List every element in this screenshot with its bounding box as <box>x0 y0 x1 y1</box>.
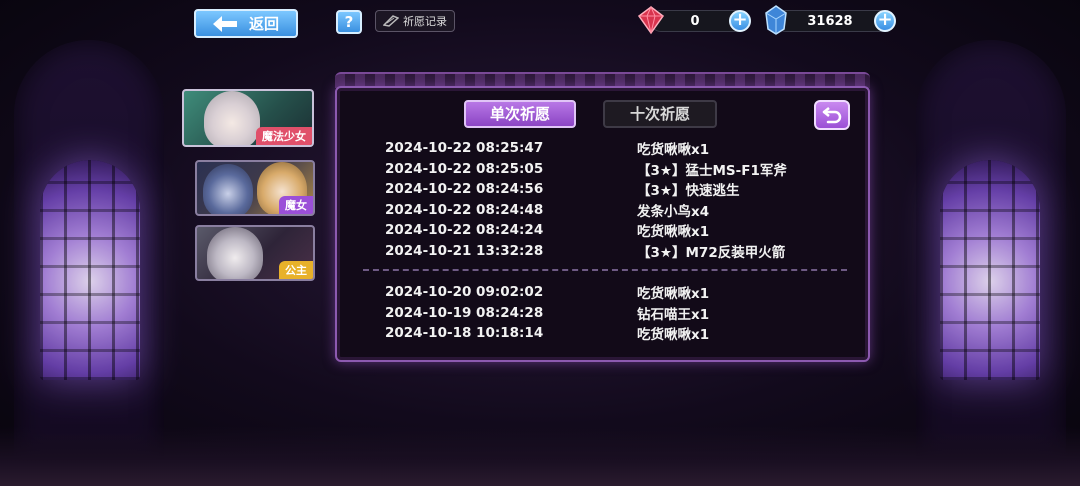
record-item: 发条小鸟x4 <box>637 203 710 220</box>
record-row: 2024-10-22 08:24:56 【3★】快速逃生 <box>385 179 825 200</box>
record-item: 吃货啾啾x1 <box>637 286 710 303</box>
crystal-amount: 31628 <box>807 13 853 29</box>
tab-single-wish[interactable]: 单次祈愿 <box>464 100 576 128</box>
record-time: 2024-10-22 08:24:56 <box>385 181 544 198</box>
wish-record-panel: 单次祈愿 十次祈愿 2024-10-22 08:25:47 吃货啾啾x1 202… <box>335 86 870 362</box>
help-button[interactable]: ? <box>336 10 362 34</box>
return-arrow-icon <box>822 107 842 124</box>
record-item: 吃货啾啾x1 <box>637 327 710 344</box>
record-row: 2024-10-22 08:24:48 发条小鸟x4 <box>385 200 825 221</box>
record-time: 2024-10-21 13:32:28 <box>385 242 544 259</box>
character-portrait <box>207 227 263 279</box>
record-item: 【3★】快速逃生 <box>637 183 740 200</box>
record-time: 2024-10-22 08:25:05 <box>385 160 544 177</box>
return-button[interactable] <box>814 100 850 130</box>
blue-crystal-icon <box>765 5 787 35</box>
record-item: 钻石喵王x1 <box>637 306 710 323</box>
tab-ten-wish[interactable]: 十次祈愿 <box>603 100 717 128</box>
character-portrait <box>204 91 260 145</box>
ruby-gem-icon <box>637 5 665 35</box>
crystal-currency: 31628 + <box>765 5 896 35</box>
record-row: 2024-10-22 08:25:47 吃货啾啾x1 <box>385 138 825 159</box>
wish-record-button[interactable]: 祈愿记录 <box>375 10 455 32</box>
banner-tab-princess[interactable]: 公主 <box>195 225 315 281</box>
record-item: 【3★】猛士MS-F1军斧 <box>637 162 787 179</box>
banner-tab-magical-girl[interactable]: 魔法少女 <box>182 89 314 147</box>
record-time: 2024-10-18 10:18:14 <box>385 325 544 342</box>
character-portrait <box>203 164 253 214</box>
record-item: 吃货啾啾x1 <box>637 224 710 241</box>
record-row: 2024-10-20 09:02:02 吃货啾啾x1 <box>385 282 825 303</box>
record-time: 2024-10-20 09:02:02 <box>385 284 544 301</box>
ruby-currency: 0 + <box>637 5 751 35</box>
record-time: 2024-10-22 08:24:24 <box>385 222 544 239</box>
dashed-divider <box>363 269 847 272</box>
record-row: 2024-10-22 08:24:24 吃货啾啾x1 <box>385 220 825 241</box>
record-row: 2024-10-18 10:18:14 吃货啾啾x1 <box>385 323 825 344</box>
record-item: 吃货啾啾x1 <box>637 142 710 159</box>
banner-label: 魔法少女 <box>256 127 312 145</box>
banner-tab-witch[interactable]: 魔女 <box>195 160 315 216</box>
right-stained-glass-window <box>940 160 1040 380</box>
record-row: 2024-10-21 13:32:28 【3★】M72反装甲火箭 <box>385 241 825 262</box>
back-label: 返回 <box>248 15 279 33</box>
banner-label: 公主 <box>279 261 313 279</box>
wish-record-label: 祈愿记录 <box>403 15 447 28</box>
record-row: 2024-10-22 08:25:05 【3★】猛士MS-F1军斧 <box>385 159 825 180</box>
add-crystal-button[interactable]: + <box>874 10 896 32</box>
scroll-feather-icon <box>383 15 399 27</box>
record-time: 2024-10-22 08:25:47 <box>385 140 544 157</box>
record-time: 2024-10-19 08:24:28 <box>385 304 544 321</box>
arrow-left-icon <box>212 15 237 32</box>
banner-label: 魔女 <box>279 196 313 214</box>
record-list: 2024-10-22 08:25:47 吃货啾啾x1 2024-10-22 08… <box>363 138 847 344</box>
record-time: 2024-10-22 08:24:48 <box>385 201 544 218</box>
back-button[interactable]: 返回 <box>194 9 298 38</box>
record-item: 【3★】M72反装甲火箭 <box>637 244 786 261</box>
floor-decoration <box>0 426 1080 486</box>
add-ruby-button[interactable]: + <box>729 10 751 32</box>
record-row: 2024-10-19 08:24:28 钻石喵王x1 <box>385 303 825 324</box>
left-stained-glass-window <box>40 160 140 380</box>
